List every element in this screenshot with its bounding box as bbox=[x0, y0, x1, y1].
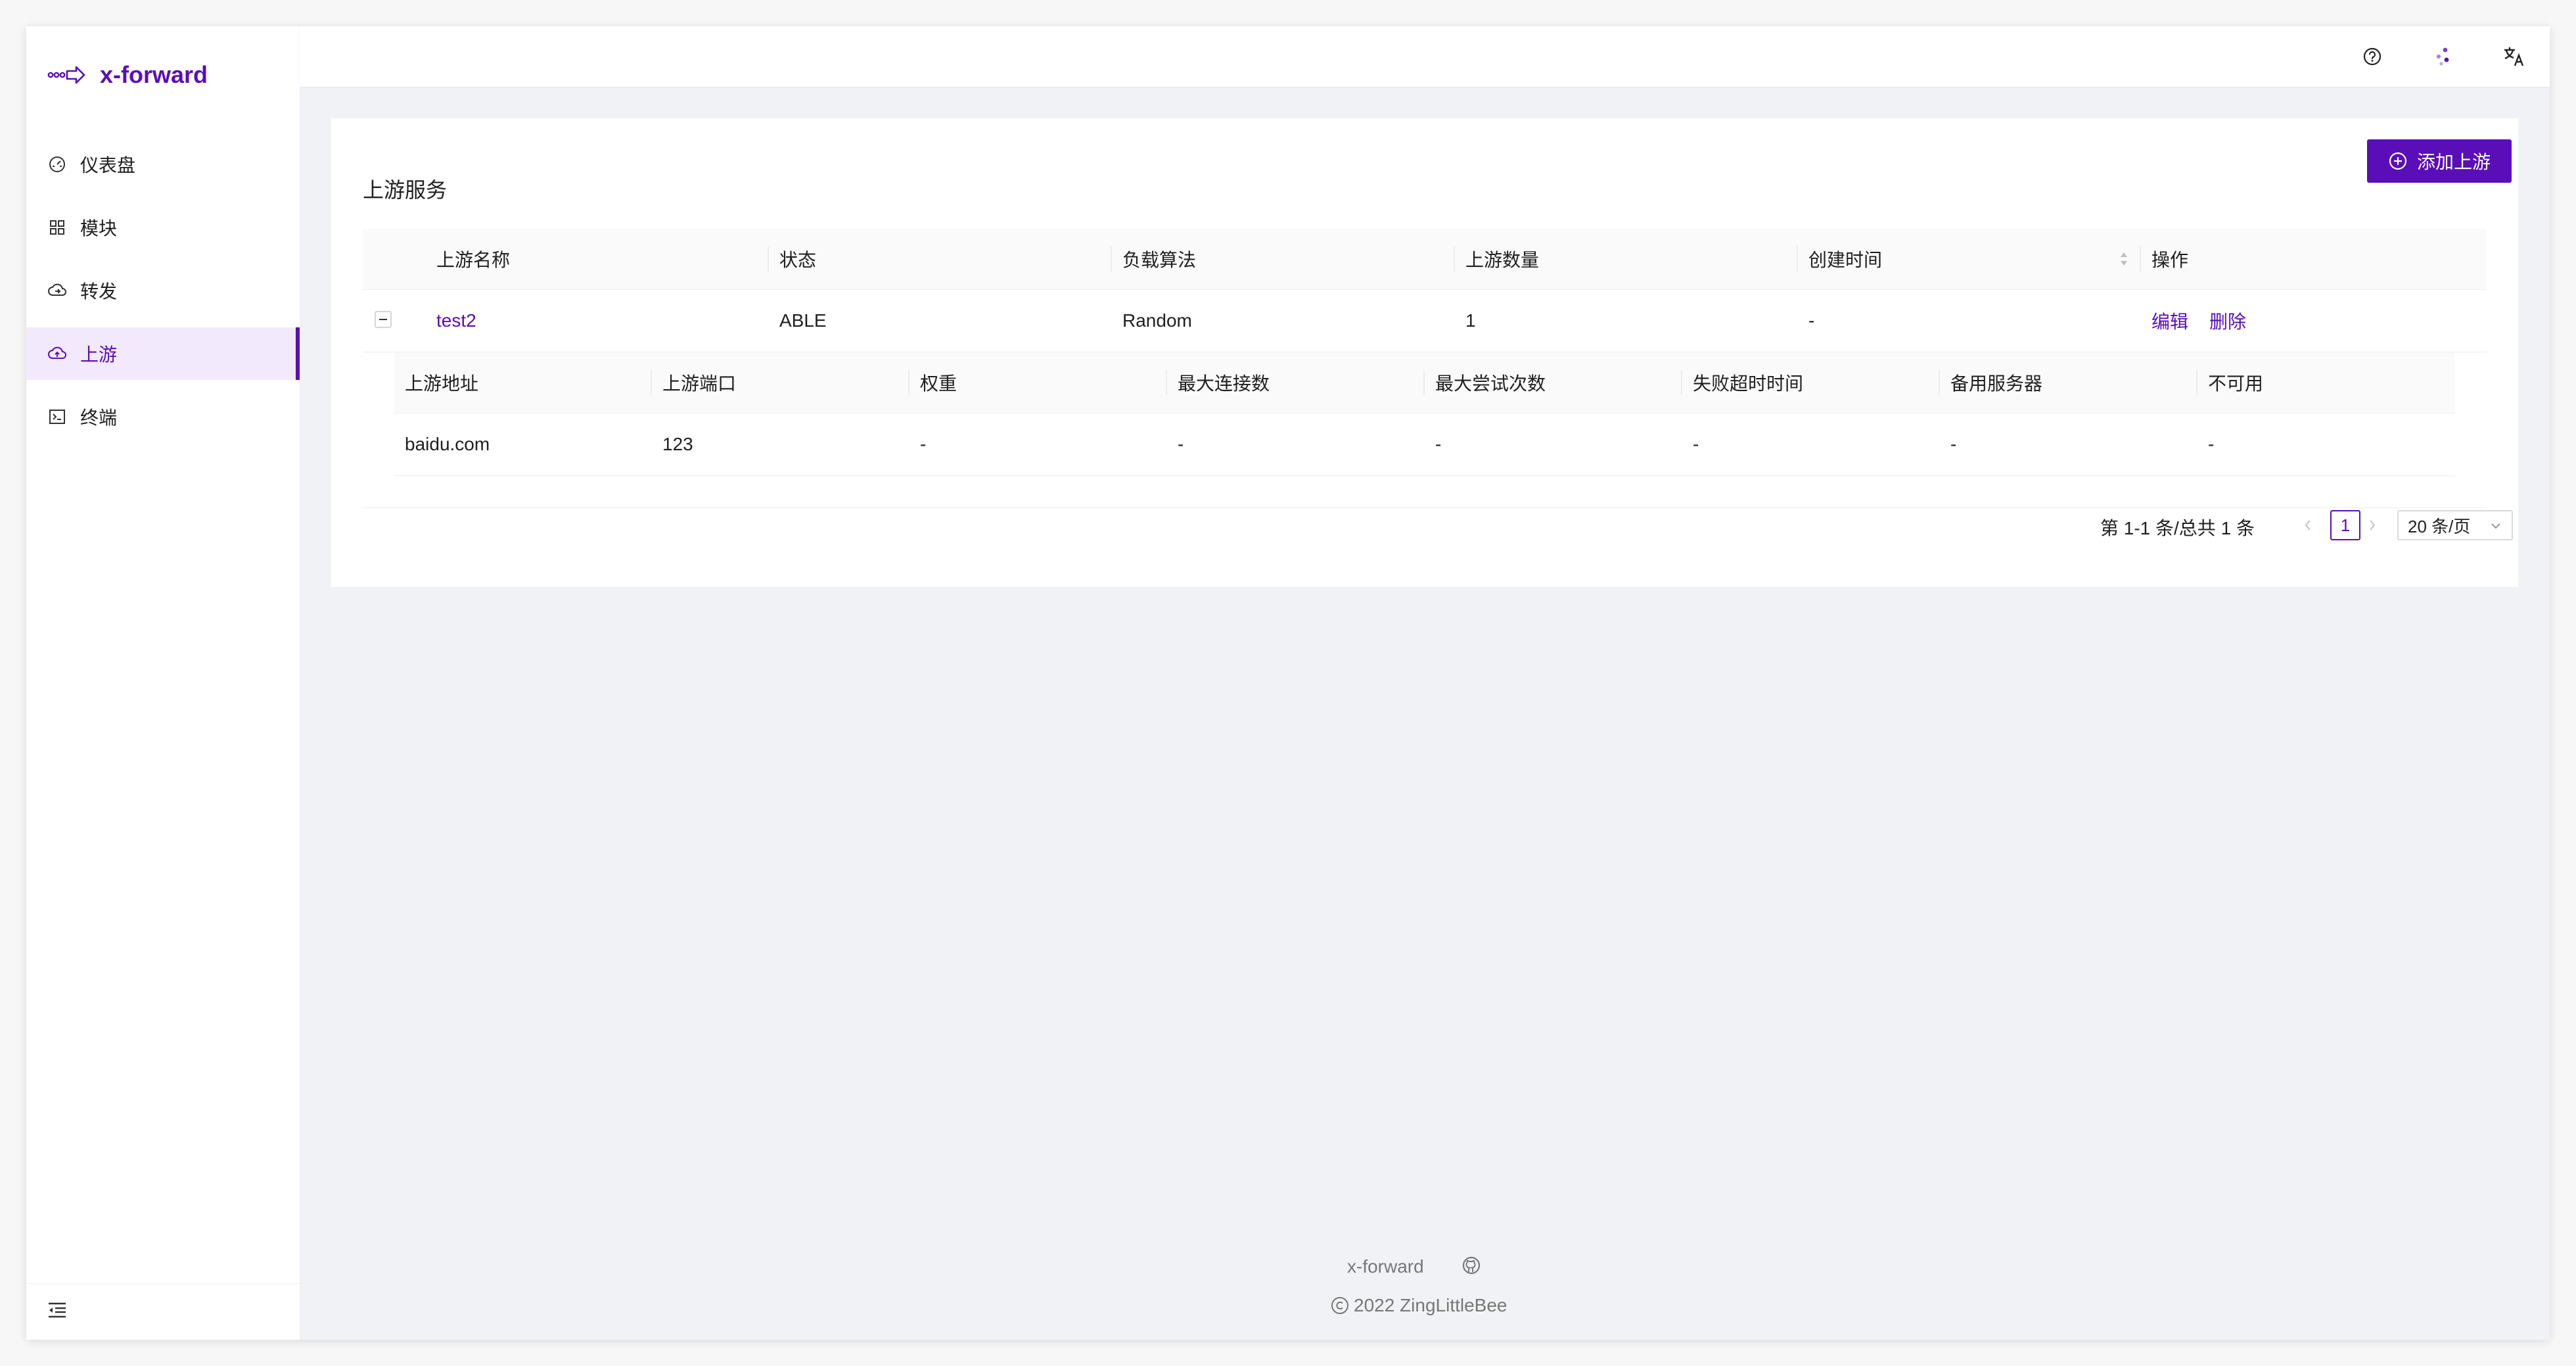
delete-link[interactable]: 删除 bbox=[2209, 290, 2246, 352]
nested-column-header: 上游端口 bbox=[662, 373, 737, 394]
nested-column-header: 最大尝试次数 bbox=[1435, 373, 1546, 394]
nested-cell-max-conns: - bbox=[1178, 434, 1184, 454]
upstream-algorithm: Random bbox=[1122, 310, 1192, 331]
page-number-current[interactable]: 1 bbox=[2330, 510, 2360, 540]
edit-link[interactable]: 编辑 bbox=[2151, 290, 2188, 352]
chevron-down-icon bbox=[2491, 523, 2500, 529]
cloud-forward-icon bbox=[47, 281, 67, 300]
sidebar-item-label: 转发 bbox=[80, 281, 118, 302]
upstream-created: - bbox=[1808, 310, 1815, 331]
column-header-name: 上游名称 bbox=[436, 250, 511, 270]
upstream-card: 上游服务 添加上游 上游名称 状态 负载算法 上游数量 创建时间 操作 test… bbox=[331, 118, 2518, 587]
nested-column-header: 失败超时时间 bbox=[1693, 373, 1804, 394]
next-page-button[interactable] bbox=[2366, 517, 2379, 534]
column-header-created[interactable]: 创建时间 bbox=[1808, 229, 1882, 289]
sidebar-item-modules[interactable]: 模块 bbox=[26, 201, 300, 254]
translate-icon[interactable] bbox=[2498, 41, 2530, 72]
nested-column-header: 最大连接数 bbox=[1178, 373, 1270, 394]
sidebar: x-forward 仪表盘 模块 转发 上游 终端 bbox=[26, 26, 300, 1340]
column-divider bbox=[908, 370, 909, 395]
plus-circle-icon bbox=[2389, 152, 2407, 170]
nested-cell-backup: - bbox=[1950, 434, 1957, 454]
column-divider bbox=[1423, 370, 1425, 395]
column-divider bbox=[651, 370, 652, 395]
top-header bbox=[300, 26, 2550, 87]
pagination-total: 第 1-1 条/总共 1 条 bbox=[2100, 518, 2255, 538]
table-header: 上游名称 状态 负载算法 上游数量 创建时间 操作 bbox=[363, 229, 2487, 290]
column-divider bbox=[2196, 370, 2197, 395]
page-size-value: 20 条/页 bbox=[2408, 516, 2471, 536]
nested-table-header: 上游地址 上游端口 权重 最大连接数 最大尝试次数 失败超时时间 备用服务器 不… bbox=[394, 352, 2455, 413]
column-divider bbox=[1681, 370, 1682, 395]
upstream-count: 1 bbox=[1465, 310, 1476, 331]
column-header-actions: 操作 bbox=[2151, 250, 2189, 270]
app-name: x-forward bbox=[100, 61, 208, 88]
sidebar-item-dashboard[interactable]: 仪表盘 bbox=[26, 138, 300, 191]
column-header-status: 状态 bbox=[779, 250, 817, 270]
logo-icon bbox=[47, 66, 85, 84]
page-size-select[interactable]: 20 条/页 bbox=[2397, 510, 2513, 540]
nested-cell-weight: - bbox=[920, 434, 927, 454]
apps-icon bbox=[47, 218, 67, 237]
app-window: x-forward 仪表盘 模块 转发 上游 终端 上游服务 添加上游 上游名称… bbox=[26, 26, 2550, 1340]
minus-icon bbox=[379, 319, 387, 320]
nested-cell-port: 123 bbox=[662, 434, 693, 454]
collapse-row-button[interactable] bbox=[375, 311, 392, 328]
sidebar-item-label: 终端 bbox=[80, 408, 118, 428]
cloud-upload-icon bbox=[47, 344, 67, 364]
theme-dots-icon[interactable] bbox=[2427, 41, 2459, 72]
column-header-count: 上游数量 bbox=[1465, 250, 1540, 270]
expanded-row: 上游地址 上游端口 权重 最大连接数 最大尝试次数 失败超时时间 备用服务器 不… bbox=[363, 352, 2487, 508]
nested-column-header: 不可用 bbox=[2208, 373, 2264, 394]
sidebar-menu: 仪表盘 模块 转发 上游 终端 bbox=[26, 138, 300, 454]
sidebar-item-forward[interactable]: 转发 bbox=[26, 264, 300, 317]
upstream-status: ABLE bbox=[779, 310, 827, 331]
prev-page-button[interactable] bbox=[2301, 517, 2314, 534]
sidebar-item-terminal[interactable]: 终端 bbox=[26, 390, 300, 443]
footer-links: x-forward bbox=[1347, 1256, 1481, 1280]
sidebar-item-label: 仪表盘 bbox=[80, 155, 136, 176]
nested-table-row: baidu.com 123 - - - - - - bbox=[394, 413, 2455, 476]
upstream-table: 上游名称 状态 负载算法 上游数量 创建时间 操作 test2 ABLE Ran… bbox=[363, 229, 2487, 508]
upstream-name-link[interactable]: test2 bbox=[436, 290, 476, 352]
sidebar-collapse-button[interactable] bbox=[26, 1283, 300, 1340]
logo[interactable]: x-forward bbox=[47, 54, 208, 96]
column-header-algorithm: 负载算法 bbox=[1122, 250, 1197, 270]
sidebar-item-label: 上游 bbox=[80, 344, 118, 365]
nested-cell-fail-timeout: - bbox=[1693, 434, 1699, 454]
column-divider bbox=[2140, 247, 2141, 271]
copyright-text: 2022 ZingLittleBee bbox=[1354, 1295, 1507, 1315]
chevron-left-icon bbox=[2305, 520, 2311, 530]
nested-column-header: 上游地址 bbox=[405, 373, 479, 394]
column-divider bbox=[1166, 370, 1167, 395]
add-upstream-label: 添加上游 bbox=[2416, 152, 2491, 172]
sidebar-item-upstream[interactable]: 上游 bbox=[26, 327, 300, 380]
column-divider bbox=[768, 247, 769, 271]
nested-cell-down: - bbox=[2208, 434, 2215, 454]
page-title: 上游服务 bbox=[363, 178, 448, 202]
menu-fold-icon bbox=[47, 1302, 67, 1322]
column-divider bbox=[1797, 247, 1798, 271]
column-divider bbox=[1454, 247, 1455, 271]
table-row: test2 ABLE Random 1 - 编辑 删除 bbox=[363, 290, 2487, 352]
chevron-right-icon bbox=[2370, 520, 2376, 530]
sort-icon[interactable] bbox=[2119, 250, 2129, 268]
nested-cell-address: baidu.com bbox=[405, 434, 490, 454]
copyright-icon bbox=[1331, 1297, 1348, 1314]
footer-app-name[interactable]: x-forward bbox=[1347, 1256, 1424, 1277]
pagination: 第 1-1 条/总共 1 条 1 20 条/页 bbox=[331, 509, 2518, 542]
column-divider bbox=[1111, 247, 1112, 271]
github-icon[interactable] bbox=[1461, 1256, 1481, 1280]
column-divider bbox=[1939, 370, 1940, 395]
dashboard-icon bbox=[47, 154, 67, 174]
sidebar-item-label: 模块 bbox=[80, 218, 118, 239]
footer-copyright: 2022 ZingLittleBee bbox=[1330, 1295, 1507, 1316]
nested-cell-max-fails: - bbox=[1435, 434, 1442, 454]
help-icon[interactable] bbox=[2357, 41, 2388, 72]
terminal-icon bbox=[47, 407, 67, 427]
nested-column-header: 权重 bbox=[920, 373, 957, 394]
nested-column-header: 备用服务器 bbox=[1950, 373, 2043, 394]
add-upstream-button[interactable]: 添加上游 bbox=[2367, 139, 2512, 183]
